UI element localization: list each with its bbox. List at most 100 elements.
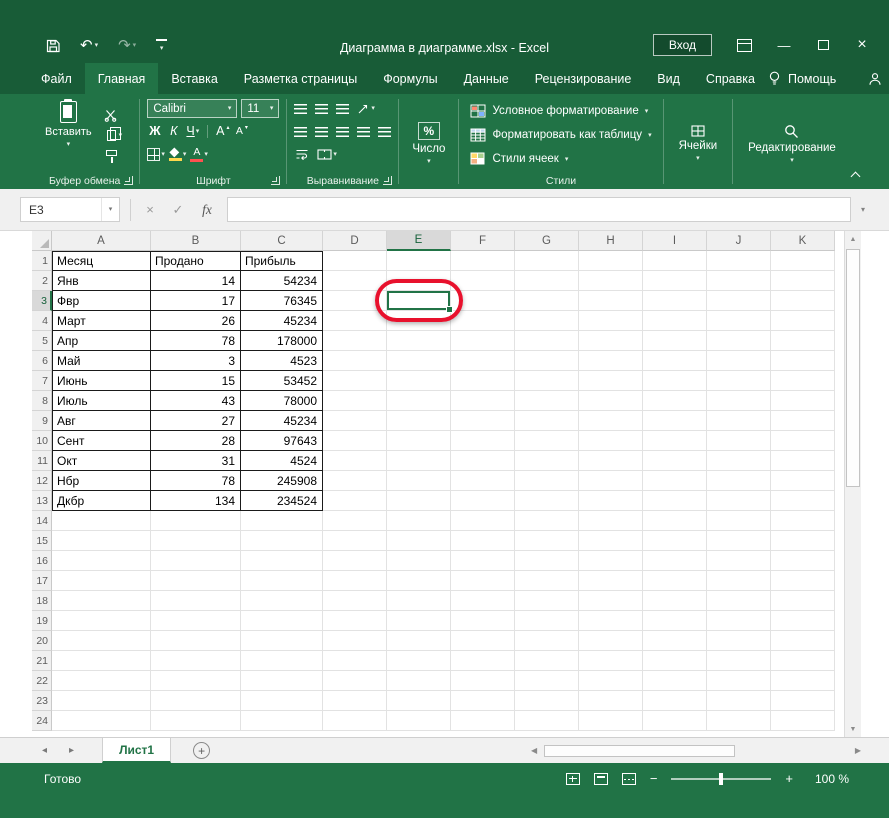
italic-button[interactable]: К (166, 125, 181, 138)
cell-J14[interactable] (707, 511, 771, 531)
align-bottom-icon[interactable] (336, 104, 349, 114)
cell-K22[interactable] (771, 671, 835, 691)
cell-J16[interactable] (707, 551, 771, 571)
cell-D22[interactable] (323, 671, 387, 691)
cell-A4[interactable]: Март (52, 311, 151, 331)
cell-B16[interactable] (151, 551, 241, 571)
cell-E6[interactable] (387, 351, 451, 371)
chevron-down-icon[interactable]: ▾ (101, 198, 119, 221)
cell-F8[interactable] (451, 391, 515, 411)
cell-J10[interactable] (707, 431, 771, 451)
cell-J17[interactable] (707, 571, 771, 591)
cell-K17[interactable] (771, 571, 835, 591)
horizontal-scrollbar[interactable]: ◀ ▶ (531, 738, 861, 763)
cancel-button[interactable]: × (141, 202, 159, 217)
cell-J22[interactable] (707, 671, 771, 691)
cell-G17[interactable] (515, 571, 579, 591)
cell-I1[interactable] (643, 251, 707, 271)
cell-H20[interactable] (579, 631, 643, 651)
cell-C23[interactable] (241, 691, 323, 711)
borders-button[interactable]: ▾ (147, 148, 165, 161)
cell-I9[interactable] (643, 411, 707, 431)
cell-C12[interactable]: 245908 (241, 471, 323, 491)
cell-J15[interactable] (707, 531, 771, 551)
cell-G19[interactable] (515, 611, 579, 631)
cell-B23[interactable] (151, 691, 241, 711)
cell-A13[interactable]: Дкбр (52, 491, 151, 511)
zoom-slider-thumb[interactable] (719, 773, 723, 785)
cell-K8[interactable] (771, 391, 835, 411)
cell-H15[interactable] (579, 531, 643, 551)
alignment-dialog-launcher[interactable] (383, 176, 392, 185)
cell-D5[interactable] (323, 331, 387, 351)
wrap-text-button[interactable] (294, 149, 309, 160)
cell-E22[interactable] (387, 671, 451, 691)
cell-K6[interactable] (771, 351, 835, 371)
cell-A20[interactable] (52, 631, 151, 651)
cell-F12[interactable] (451, 471, 515, 491)
cell-I22[interactable] (643, 671, 707, 691)
cell-B6[interactable]: 3 (151, 351, 241, 371)
cell-F10[interactable] (451, 431, 515, 451)
cell-J19[interactable] (707, 611, 771, 631)
cell-K3[interactable] (771, 291, 835, 311)
cell-J13[interactable] (707, 491, 771, 511)
column-header-A[interactable]: A (52, 231, 151, 251)
zoom-slider[interactable] (671, 778, 771, 780)
fill-color-button[interactable]: ▾ (169, 148, 187, 161)
cell-E7[interactable] (387, 371, 451, 391)
cell-H2[interactable] (579, 271, 643, 291)
cell-J7[interactable] (707, 371, 771, 391)
cell-D19[interactable] (323, 611, 387, 631)
cell-J5[interactable] (707, 331, 771, 351)
cell-B4[interactable]: 26 (151, 311, 241, 331)
cell-C16[interactable] (241, 551, 323, 571)
font-name-combo[interactable]: Calibri▾ (147, 99, 237, 118)
cell-A7[interactable]: Июнь (52, 371, 151, 391)
cell-A14[interactable] (52, 511, 151, 531)
orientation-button[interactable]: ▾ (357, 102, 375, 115)
cell-K21[interactable] (771, 651, 835, 671)
cell-G15[interactable] (515, 531, 579, 551)
cell-H23[interactable] (579, 691, 643, 711)
cell-I10[interactable] (643, 431, 707, 451)
conditional-formatting-button[interactable]: Условное форматирование ▾ (466, 100, 655, 122)
cell-D7[interactable] (323, 371, 387, 391)
cell-G4[interactable] (515, 311, 579, 331)
cell-H9[interactable] (579, 411, 643, 431)
page-layout-view-icon[interactable] (594, 773, 608, 785)
cell-F13[interactable] (451, 491, 515, 511)
increase-font-button[interactable]: А▴ (215, 125, 230, 138)
ribbon-tab[interactable]: Разметка страницы (231, 63, 370, 94)
normal-view-icon[interactable] (566, 773, 580, 785)
cell-B12[interactable]: 78 (151, 471, 241, 491)
cell-B8[interactable]: 43 (151, 391, 241, 411)
cell-B10[interactable]: 28 (151, 431, 241, 451)
enter-button[interactable]: ✓ (169, 202, 187, 218)
decrease-font-button[interactable]: А▾ (234, 126, 249, 137)
cell-E1[interactable] (387, 251, 451, 271)
cell-H13[interactable] (579, 491, 643, 511)
cell-C21[interactable] (241, 651, 323, 671)
cell-D24[interactable] (323, 711, 387, 731)
ribbon-tab[interactable]: Главная (85, 63, 159, 94)
cell-C20[interactable] (241, 631, 323, 651)
cell-A24[interactable] (52, 711, 151, 731)
cell-A2[interactable]: Янв (52, 271, 151, 291)
cell-F6[interactable] (451, 351, 515, 371)
cell-G9[interactable] (515, 411, 579, 431)
cell-E11[interactable] (387, 451, 451, 471)
row-header-4[interactable]: 4 (32, 311, 52, 331)
cell-F21[interactable] (451, 651, 515, 671)
cell-D15[interactable] (323, 531, 387, 551)
format-as-table-button[interactable]: Форматировать как таблицу ▾ (466, 124, 655, 146)
cell-K9[interactable] (771, 411, 835, 431)
align-middle-icon[interactable] (315, 104, 328, 114)
cell-E5[interactable] (387, 331, 451, 351)
cell-B7[interactable]: 15 (151, 371, 241, 391)
cell-C4[interactable]: 45234 (241, 311, 323, 331)
row-header-7[interactable]: 7 (32, 371, 52, 391)
cell-D1[interactable] (323, 251, 387, 271)
cell-D6[interactable] (323, 351, 387, 371)
cell-G18[interactable] (515, 591, 579, 611)
